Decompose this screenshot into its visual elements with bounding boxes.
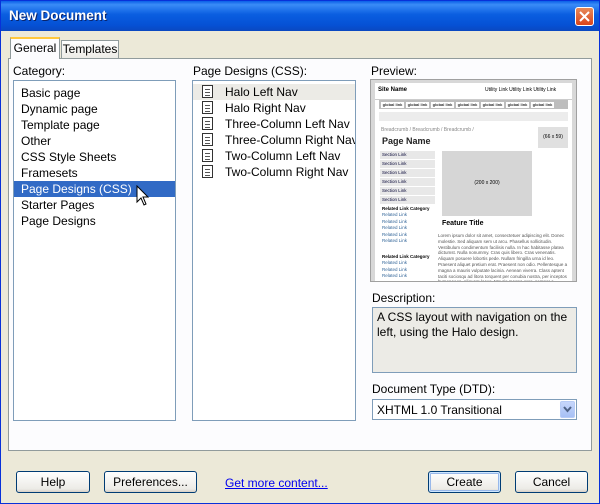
design-item-label: Three-Column Right Nav: [225, 133, 356, 147]
document-icon: [202, 85, 213, 98]
preview-section-link: Section Link: [380, 169, 435, 178]
preview-global-link: global link: [456, 102, 479, 108]
preview-related-category: Related Link Category: [382, 254, 430, 259]
preview-feature-title: Feature Title: [442, 220, 484, 227]
preview-thumbnail: Site Name Utility Link Utility Link Util…: [370, 79, 577, 282]
preview-breadcrumb: Breadcrumb / Breadcrumb / Breadcrumb /: [381, 127, 474, 133]
chevron-down-icon: [563, 406, 572, 413]
preview-global-link: global link: [381, 102, 404, 108]
preview-section-nav: Section Link Section Link Section Link S…: [380, 151, 435, 205]
document-icon: [202, 117, 213, 130]
tab-templates[interactable]: Templates: [61, 40, 119, 58]
preview-global-link: global link: [506, 102, 529, 108]
design-item[interactable]: Two-Column Right Nav: [193, 164, 355, 180]
preview-label: Preview:: [371, 64, 418, 78]
close-icon: [579, 11, 590, 22]
create-button[interactable]: Create: [428, 471, 501, 493]
design-item[interactable]: Halo Right Nav: [193, 100, 355, 116]
design-item[interactable]: Three-Column Right Nav: [193, 132, 355, 148]
design-item-label: Two-Column Left Nav: [225, 149, 341, 163]
preview-global-link: global link: [531, 102, 554, 108]
category-item[interactable]: CSS Style Sheets: [14, 149, 175, 165]
design-item-label: Halo Right Nav: [225, 101, 306, 115]
preview-body-text: Lorem ipsum dolor sit amet, consectetuer…: [438, 233, 568, 282]
category-item-selected[interactable]: Page Designs (CSS): [14, 181, 175, 197]
description-label: Description:: [372, 291, 436, 305]
cancel-button[interactable]: Cancel: [515, 471, 588, 493]
close-button[interactable]: [575, 7, 594, 26]
preview-global-link: global link: [481, 102, 504, 108]
category-item[interactable]: Page Designs: [14, 213, 175, 229]
category-list[interactable]: Basic page Dynamic page Template page Ot…: [13, 80, 176, 421]
new-document-dialog: New Document General Templates Category:…: [0, 0, 600, 504]
preview-site-name: Site Name: [378, 87, 408, 93]
preview-related-1: Related Link Category Related Link Relat…: [380, 205, 435, 245]
design-item[interactable]: Three-Column Left Nav: [193, 116, 355, 132]
preview-related-2: Related Link Category Related Link Relat…: [380, 253, 435, 280]
document-icon: [202, 133, 213, 146]
get-more-content-link[interactable]: Get more content...: [225, 476, 328, 490]
description-box: A CSS layout with navigation on the left…: [372, 307, 577, 373]
help-button[interactable]: Help: [16, 471, 90, 493]
preview-section-link: Section Link: [380, 160, 435, 169]
title-bar[interactable]: New Document: [1, 1, 599, 31]
preview-related-link: Related Link: [382, 238, 408, 243]
doctype-value: XHTML 1.0 Transitional: [377, 403, 502, 417]
tab-general[interactable]: General: [10, 37, 60, 59]
doctype-dropdown-button[interactable]: [560, 401, 575, 418]
preview-utility-links: Utility Link Utility Link Utility Link: [485, 87, 557, 93]
category-item[interactable]: Template page: [14, 117, 175, 133]
design-item-selected[interactable]: Halo Left Nav: [193, 84, 355, 100]
preview-section-link: Section Link: [380, 187, 435, 196]
preview-global-link: global link: [431, 102, 454, 108]
preview-ad: (66 x 59): [538, 127, 568, 148]
preview-related-link: Related Link: [382, 273, 408, 278]
category-item[interactable]: Dynamic page: [14, 101, 175, 117]
category-label: Category:: [13, 64, 66, 78]
preview-related-category: Related Link Category: [382, 206, 430, 211]
category-item[interactable]: Basic page: [14, 85, 175, 101]
category-item[interactable]: Framesets: [14, 165, 175, 181]
mouse-pointer-icon: [136, 185, 150, 206]
doctype-label: Document Type (DTD):: [372, 382, 496, 396]
preview-section-link: Section Link: [380, 178, 435, 187]
doctype-select[interactable]: XHTML 1.0 Transitional: [372, 399, 577, 420]
preferences-button[interactable]: Preferences...: [104, 471, 197, 493]
document-icon: [202, 101, 213, 114]
preview-page: Site Name Utility Link Utility Link Util…: [375, 83, 572, 281]
preview-header: Site Name Utility Link Utility Link Util…: [375, 83, 572, 100]
preview-page-name: Page Name: [382, 136, 431, 146]
preview-section-link: Section Link: [380, 151, 435, 160]
document-icon: [202, 149, 213, 162]
category-item[interactable]: Starter Pages: [14, 197, 175, 213]
preview-spacer: [379, 112, 568, 121]
preview-feature-image: (200 x 200): [442, 151, 532, 216]
design-item[interactable]: Two-Column Left Nav: [193, 148, 355, 164]
design-item-label: Halo Left Nav: [225, 85, 298, 99]
category-item[interactable]: Other: [14, 133, 175, 149]
page-designs-label: Page Designs (CSS):: [193, 64, 308, 78]
design-item-label: Two-Column Right Nav: [225, 165, 349, 179]
preview-global-link: global link: [406, 102, 429, 108]
preview-section-link: Section Link: [380, 196, 435, 205]
document-icon: [202, 165, 213, 178]
design-item-label: Three-Column Left Nav: [225, 117, 350, 131]
window-title: New Document: [9, 8, 107, 23]
page-designs-list[interactable]: Halo Left Nav Halo Right Nav Three-Colum…: [192, 80, 356, 421]
